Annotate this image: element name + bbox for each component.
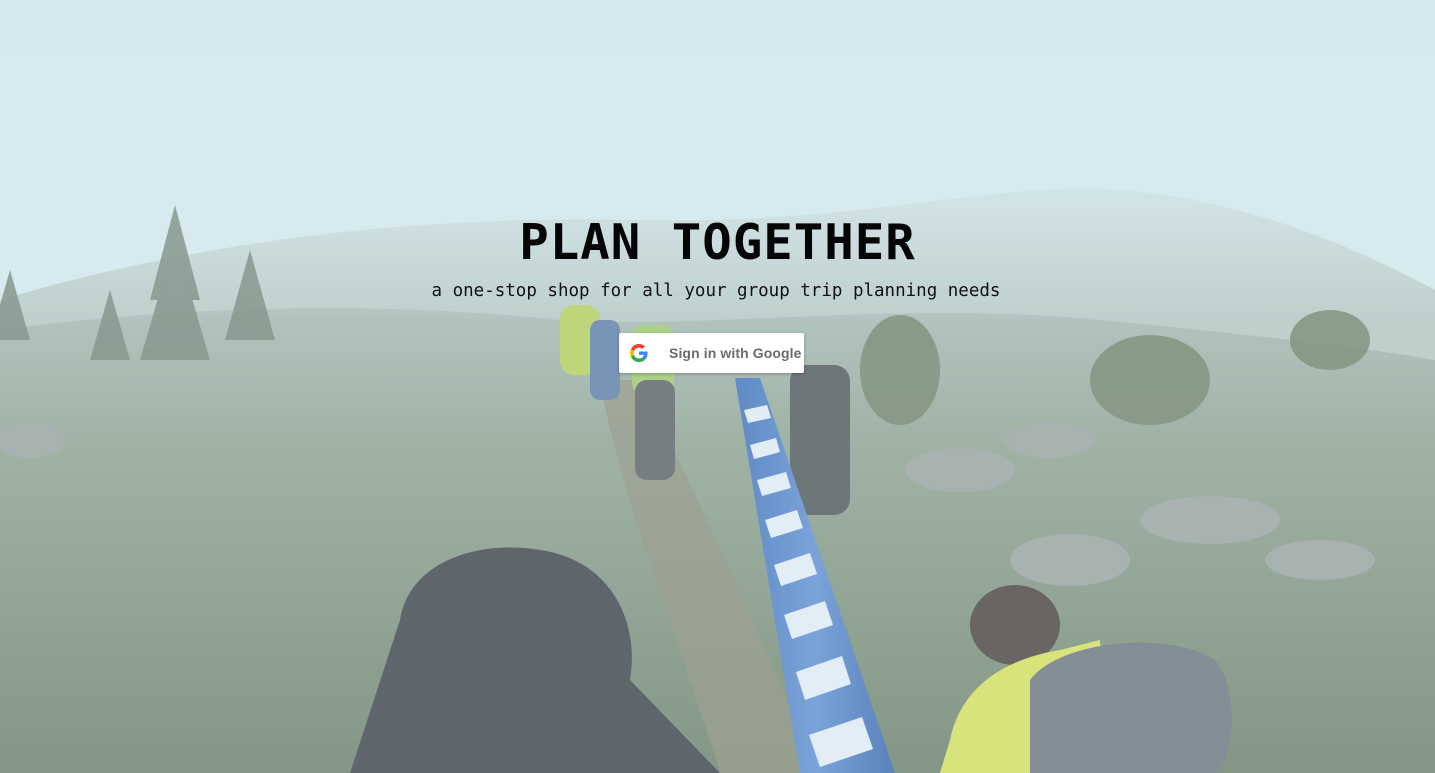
google-signin-label: Sign in with Google bbox=[669, 345, 802, 361]
hero-content: PLAN TOGETHER a one-stop shop for all yo… bbox=[0, 0, 1435, 773]
page-title: PLAN TOGETHER bbox=[519, 214, 916, 271]
page-subtitle: a one-stop shop for all your group trip … bbox=[431, 281, 1001, 301]
google-g-icon bbox=[630, 344, 648, 362]
google-signin-button[interactable]: Sign in with Google bbox=[619, 333, 804, 373]
